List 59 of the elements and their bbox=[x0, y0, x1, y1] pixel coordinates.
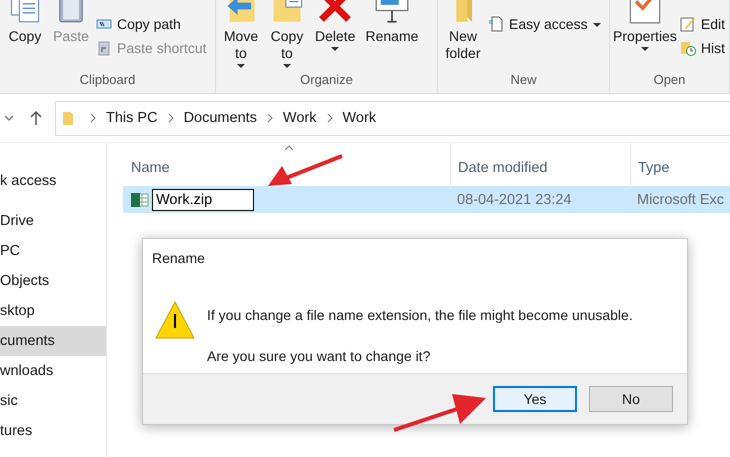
warning-icon bbox=[155, 300, 195, 340]
navigation-item[interactable]: Objects bbox=[0, 266, 106, 296]
group-label: Clipboard bbox=[78, 71, 136, 89]
dropdown-caret-icon bbox=[237, 64, 245, 68]
up-arrow-icon[interactable] bbox=[29, 110, 43, 126]
ribbon-button[interactable]: Rename bbox=[362, 0, 422, 71]
ribbon-button[interactable]: Delete bbox=[312, 0, 358, 71]
ribbon-button[interactable]: Copy bbox=[4, 0, 46, 71]
group-label: Organize bbox=[299, 71, 354, 89]
column-header[interactable]: Date modified bbox=[450, 143, 630, 185]
chevron-right-icon bbox=[168, 113, 174, 123]
ribbon-button[interactable]: Edit bbox=[680, 16, 725, 32]
column-header[interactable]: Type bbox=[630, 143, 730, 185]
folder-clock-icon bbox=[680, 40, 696, 56]
ribbon-button[interactable]: Hist bbox=[680, 40, 725, 56]
dropdown-caret-icon bbox=[331, 47, 340, 51]
breadcrumb[interactable]: Work bbox=[342, 110, 376, 126]
sort-caret-icon bbox=[284, 145, 294, 151]
navigation-item[interactable]: sktop bbox=[0, 296, 106, 326]
dialog-message: If you change a file name extension, the file might become unusable. bbox=[207, 307, 633, 323]
ribbon-button[interactable]: Copy to bbox=[266, 0, 308, 71]
spreadsheet-icon bbox=[131, 192, 149, 208]
group-label: Open bbox=[652, 71, 686, 89]
ribbon-button[interactable]: Properties bbox=[614, 0, 676, 71]
ribbon-button[interactable]: New folder bbox=[442, 0, 484, 71]
dialog-button[interactable]: No bbox=[589, 386, 673, 412]
folder-icon bbox=[62, 110, 74, 126]
shortcut-icon bbox=[96, 40, 112, 56]
chevron-right-icon bbox=[90, 113, 96, 123]
ribbon-button[interactable]: Easy access bbox=[488, 16, 601, 32]
dropdown-caret-icon bbox=[283, 64, 291, 68]
ribbon-button[interactable]: Move to bbox=[220, 0, 262, 71]
chevron-right-icon bbox=[266, 113, 273, 123]
table-cell-text: 08-04-2021 23:24 bbox=[456, 192, 572, 208]
breadcrumb[interactable]: Documents bbox=[184, 110, 257, 126]
ribbon-button[interactable]: Copy path bbox=[96, 16, 206, 32]
breadcrumb[interactable]: Work bbox=[282, 110, 316, 126]
file-row[interactable]: Work.zip 08-04-2021 23:24 Microsoft Exc bbox=[123, 186, 730, 213]
table-cell-text: Microsoft Exc bbox=[636, 192, 726, 208]
navigation-item[interactable]: tures bbox=[0, 416, 106, 446]
dialog-question: Are you sure you want to change it? bbox=[207, 348, 432, 364]
rename-field[interactable]: Work.zip bbox=[152, 188, 254, 210]
address-bar[interactable]: This PC Documents Work Work bbox=[55, 100, 730, 136]
chevron-right-icon bbox=[326, 113, 332, 123]
dialog-title: Rename bbox=[151, 249, 206, 268]
group-label: New bbox=[509, 71, 538, 89]
navigation-item[interactable]: PC bbox=[0, 236, 106, 266]
column-header[interactable]: Name bbox=[127, 143, 450, 185]
navigation-item[interactable]: Drive bbox=[0, 206, 106, 236]
dropdown-caret-icon bbox=[640, 47, 649, 51]
dialog-button[interactable]: Yes bbox=[493, 386, 577, 412]
dropdown-caret-icon bbox=[592, 23, 601, 27]
navigation-item[interactable]: cuments bbox=[0, 326, 106, 356]
navigation-item[interactable]: wnloads bbox=[0, 356, 106, 386]
navigation-item[interactable]: sic bbox=[0, 386, 106, 416]
navigation-item[interactable]: k access bbox=[0, 166, 106, 196]
breadcrumb[interactable]: This PC bbox=[106, 110, 158, 126]
pencil-icon bbox=[680, 16, 696, 32]
document-icon bbox=[488, 16, 504, 32]
